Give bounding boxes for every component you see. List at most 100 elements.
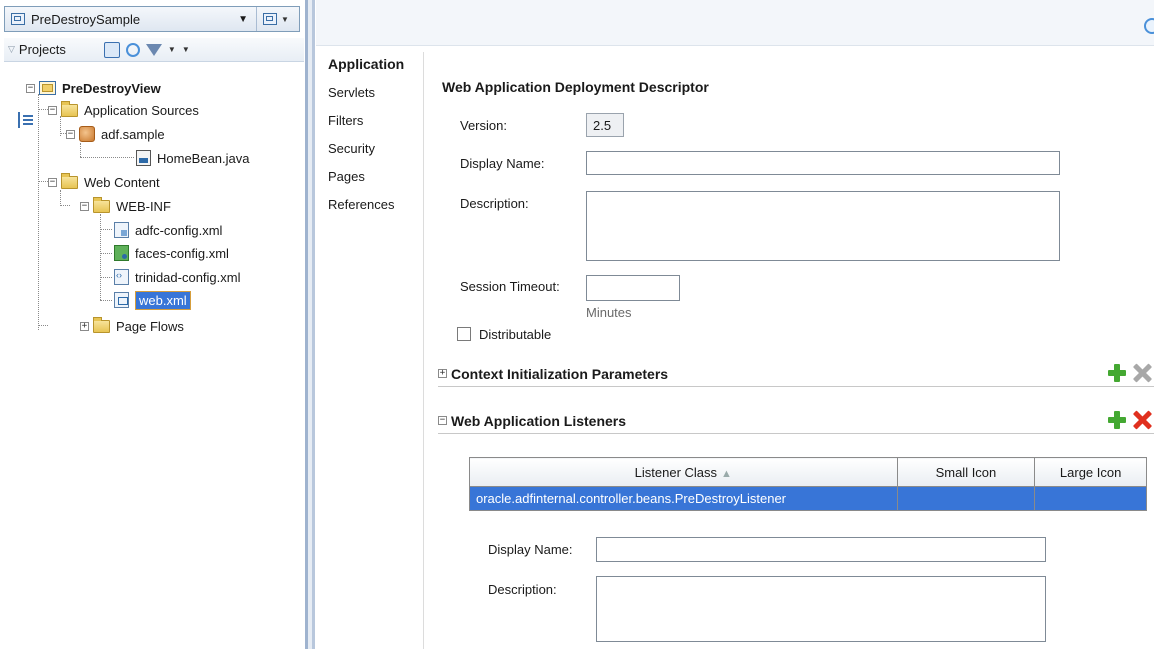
application-form: Web Application Deployment Descriptor Ve… — [424, 46, 1154, 649]
context-params-section-header[interactable]: + Context Initialization Parameters — [438, 361, 1154, 387]
column-header-listener-class[interactable]: Listener Class ▲ — [469, 457, 898, 487]
version-field: 2.5 — [586, 113, 624, 137]
tree-node-label: HomeBean.java — [157, 150, 250, 166]
application-icon — [11, 13, 25, 25]
listener-display-name-field[interactable] — [596, 537, 1046, 562]
expand-icon[interactable]: + — [80, 321, 89, 331]
session-timeout-label: Session Timeout: — [460, 279, 560, 294]
project-icon — [39, 81, 56, 95]
listeners-section-header[interactable]: − Web Application Listeners — [438, 408, 1154, 434]
nav-item-servlets[interactable]: Servlets — [328, 85, 375, 100]
descriptor-navigation: Application Servlets Filters Security Pa… — [320, 52, 424, 649]
tree-node-trinidad-config[interactable]: trinidad-config.xml — [114, 267, 241, 287]
tree-node-label: WEB-INF — [116, 198, 171, 214]
small-icon-cell[interactable] — [896, 486, 1036, 511]
java-file-icon — [136, 150, 151, 166]
application-selector[interactable]: PreDestroySample ▼ ▼ — [4, 6, 300, 32]
collapse-icon[interactable]: − — [26, 83, 35, 93]
refresh-icon[interactable] — [103, 41, 120, 58]
session-timeout-field[interactable] — [586, 275, 680, 301]
description-label: Description: — [460, 196, 529, 211]
tree-node-application-sources[interactable]: − Application Sources — [48, 100, 199, 120]
nav-item-references[interactable]: References — [328, 197, 394, 212]
tree-node-java-file[interactable]: HomeBean.java — [136, 148, 250, 168]
listener-class-cell[interactable]: oracle.adfinternal.controller.beans.PreD… — [469, 486, 898, 511]
sort-ascending-icon: ▲ — [721, 467, 732, 480]
application-menu-button[interactable]: ▼ — [257, 13, 289, 25]
tree-node-label: adfc-config.xml — [135, 222, 223, 238]
collapse-triangle-icon[interactable]: ▽ — [8, 44, 15, 55]
delete-icon[interactable] — [1133, 411, 1151, 429]
chevron-down-icon[interactable]: ▼ — [182, 45, 190, 54]
editor-border — [312, 0, 315, 649]
nav-item-security[interactable]: Security — [328, 141, 375, 156]
nav-item-application[interactable]: Application — [328, 56, 404, 72]
application-name: PreDestroySample — [31, 11, 141, 27]
expand-icon[interactable]: + — [438, 369, 447, 378]
tree-node-label: Page Flows — [116, 318, 184, 334]
projects-label: Projects — [18, 42, 66, 57]
column-header-large-icon[interactable]: Large Icon — [1034, 457, 1147, 487]
collapse-icon[interactable]: − — [48, 105, 57, 115]
distributable-label: Distributable — [479, 327, 552, 342]
tree-node-package[interactable]: − adf.sample — [66, 124, 165, 144]
column-header-small-icon[interactable]: Small Icon — [896, 457, 1036, 487]
tree-node-faces-config[interactable]: faces-config.xml — [114, 243, 229, 263]
add-icon[interactable] — [1108, 411, 1126, 429]
folder-icon — [93, 316, 110, 333]
xml-file-icon — [114, 269, 129, 285]
section-title: Web Application Listeners — [451, 412, 627, 429]
collapse-icon[interactable]: − — [48, 177, 57, 187]
application-combo[interactable]: PreDestroySample ▼ — [5, 7, 257, 31]
tree-node-label: Web Content — [84, 174, 160, 190]
tree-options-icon[interactable] — [18, 112, 34, 128]
tree-node-project[interactable]: − PreDestroyView — [26, 78, 161, 98]
folder-icon — [61, 172, 78, 189]
description-field[interactable] — [586, 191, 1060, 261]
tree-node-page-flows[interactable]: + Page Flows — [80, 316, 184, 336]
large-icon-cell[interactable] — [1034, 486, 1147, 511]
filter-icon[interactable] — [145, 43, 162, 56]
table-row[interactable]: oracle.adfinternal.controller.beans.PreD… — [469, 486, 1147, 511]
display-name-field[interactable] — [586, 151, 1060, 175]
tree-node-label: adf.sample — [101, 126, 165, 142]
chevron-down-icon: ▼ — [281, 14, 289, 24]
table-header-row: Listener Class ▲ Small Icon Large Icon — [469, 457, 1147, 487]
adfc-config-file-icon — [114, 222, 129, 238]
folder-icon — [61, 100, 78, 117]
distributable-checkbox[interactable] — [457, 327, 471, 341]
tree-node-web-inf[interactable]: − WEB-INF — [80, 196, 171, 216]
nav-item-pages[interactable]: Pages — [328, 169, 365, 184]
section-title: Context Initialization Parameters — [451, 365, 669, 382]
collapse-icon[interactable]: − — [438, 416, 447, 425]
application-navigator: PreDestroySample ▼ ▼ ▽ Projects ▼ ▼ − Pr… — [0, 0, 310, 649]
version-label: Version: — [460, 118, 507, 133]
help-icon[interactable] — [1144, 18, 1154, 34]
nav-item-filters[interactable]: Filters — [328, 113, 363, 128]
delete-icon[interactable] — [1133, 364, 1151, 382]
chevron-down-icon[interactable]: ▼ — [238, 14, 248, 25]
minutes-hint: Minutes — [586, 305, 632, 320]
sync-icon[interactable] — [125, 42, 140, 57]
tree-node-label: Application Sources — [84, 102, 199, 118]
package-icon — [79, 126, 95, 142]
display-name-label: Display Name: — [460, 156, 545, 171]
collapse-icon[interactable]: − — [66, 129, 75, 139]
add-icon[interactable] — [1108, 364, 1126, 382]
tree-node-label: faces-config.xml — [135, 245, 229, 261]
tree-node-label-selected: web.xml — [135, 290, 191, 310]
editor-toolbar — [316, 0, 1154, 46]
collapse-icon[interactable]: − — [80, 201, 89, 211]
column-header-label: Listener Class — [634, 464, 718, 480]
projects-panel-header: ▽ Projects ▼ ▼ — [4, 38, 304, 128]
tree-node-web-xml[interactable]: web.xml — [114, 290, 191, 310]
tree-node-web-content[interactable]: − Web Content — [48, 172, 160, 192]
page-title: Web Application Deployment Descriptor — [442, 79, 709, 95]
tree-node-adfc-config[interactable]: adfc-config.xml — [114, 220, 222, 240]
chevron-down-icon[interactable]: ▼ — [168, 45, 176, 54]
faces-config-file-icon — [114, 245, 129, 261]
folder-icon — [93, 196, 110, 213]
application-menu-icon — [263, 13, 277, 25]
listener-description-field[interactable] — [596, 576, 1046, 642]
listeners-table: Listener Class ▲ Small Icon Large Icon or… — [469, 457, 1147, 511]
